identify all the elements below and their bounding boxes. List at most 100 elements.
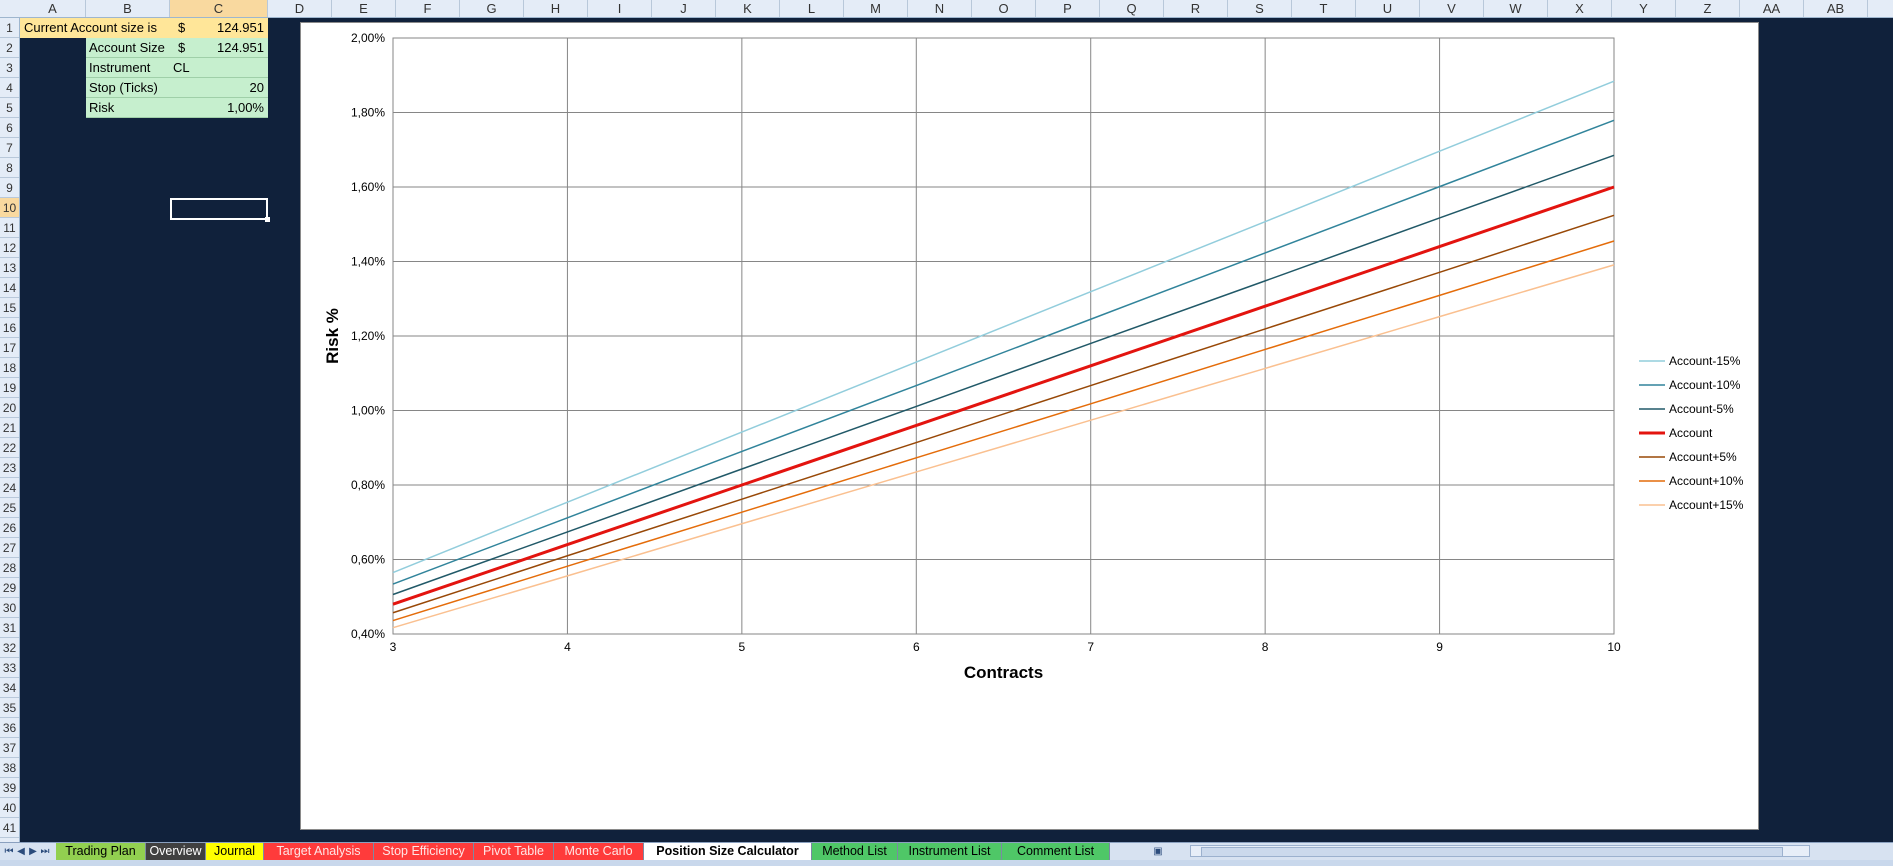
- last-sheet-icon[interactable]: ⏭: [40, 844, 50, 860]
- sheet-tab-overview[interactable]: Overview: [146, 843, 206, 860]
- row-header-39[interactable]: 39: [0, 778, 19, 798]
- row-header-33[interactable]: 33: [0, 658, 19, 678]
- sheet-tab-pivot-table[interactable]: Pivot Table: [474, 843, 554, 860]
- column-header-n[interactable]: N: [908, 0, 972, 17]
- sheet-tab-target-analysis[interactable]: Target Analysis: [264, 843, 374, 860]
- cell-b2-label[interactable]: Account Size: [86, 38, 170, 58]
- cell-c4-value[interactable]: 20: [170, 78, 268, 98]
- prev-sheet-icon[interactable]: ◀: [16, 844, 26, 860]
- row-header-41[interactable]: 41: [0, 818, 19, 838]
- row-header-5[interactable]: 5: [0, 98, 19, 118]
- row-header-30[interactable]: 30: [0, 598, 19, 618]
- row-header-40[interactable]: 40: [0, 798, 19, 818]
- column-header-m[interactable]: M: [844, 0, 908, 17]
- column-header-y[interactable]: Y: [1612, 0, 1676, 17]
- row-header-12[interactable]: 12: [0, 238, 19, 258]
- sheet-tab-position-size-calculator[interactable]: Position Size Calculator: [644, 843, 812, 861]
- cell-c5-value[interactable]: 1,00%: [170, 98, 268, 118]
- column-header-u[interactable]: U: [1356, 0, 1420, 17]
- row-header-27[interactable]: 27: [0, 538, 19, 558]
- cell-c1-currency[interactable]: $: [170, 18, 190, 38]
- column-header-b[interactable]: B: [86, 0, 170, 17]
- row-header-19[interactable]: 19: [0, 378, 19, 398]
- row-header-2[interactable]: 2: [0, 38, 19, 58]
- column-header-ab[interactable]: AB: [1804, 0, 1868, 17]
- row-header-14[interactable]: 14: [0, 278, 19, 298]
- row-header-1[interactable]: 1: [0, 18, 19, 38]
- cell-b4-label[interactable]: Stop (Ticks): [86, 78, 170, 98]
- row-header-31[interactable]: 31: [0, 618, 19, 638]
- row-header-23[interactable]: 23: [0, 458, 19, 478]
- row-header-24[interactable]: 24: [0, 478, 19, 498]
- sheet-tab-instrument-list[interactable]: Instrument List: [898, 843, 1002, 860]
- column-header-g[interactable]: G: [460, 0, 524, 17]
- horizontal-scrollbar[interactable]: [1190, 845, 1810, 857]
- row-header-6[interactable]: 6: [0, 118, 19, 138]
- column-header-h[interactable]: H: [524, 0, 588, 17]
- row-header-11[interactable]: 11: [0, 218, 19, 238]
- column-header-z[interactable]: Z: [1676, 0, 1740, 17]
- cell-c2-currency[interactable]: $: [170, 38, 190, 58]
- sheet-tab-monte-carlo[interactable]: Monte Carlo: [554, 843, 644, 860]
- row-header-35[interactable]: 35: [0, 698, 19, 718]
- row-header-38[interactable]: 38: [0, 758, 19, 778]
- row-header-15[interactable]: 15: [0, 298, 19, 318]
- row-header-26[interactable]: 26: [0, 518, 19, 538]
- column-header-x[interactable]: X: [1548, 0, 1612, 17]
- column-header-q[interactable]: Q: [1100, 0, 1164, 17]
- cell-c2-value[interactable]: 124.951: [190, 38, 268, 58]
- cell-b5-label[interactable]: Risk: [86, 98, 170, 118]
- column-header-e[interactable]: E: [332, 0, 396, 17]
- row-header-37[interactable]: 37: [0, 738, 19, 758]
- column-header-r[interactable]: R: [1164, 0, 1228, 17]
- column-header-i[interactable]: I: [588, 0, 652, 17]
- sheet-tab-trading-plan[interactable]: Trading Plan: [56, 843, 146, 860]
- first-sheet-icon[interactable]: ⏮: [4, 844, 14, 860]
- active-cell-c10[interactable]: [170, 198, 270, 222]
- row-header-7[interactable]: 7: [0, 138, 19, 158]
- column-header-j[interactable]: J: [652, 0, 716, 17]
- row-header-29[interactable]: 29: [0, 578, 19, 598]
- column-header-t[interactable]: T: [1292, 0, 1356, 17]
- column-header-d[interactable]: D: [268, 0, 332, 17]
- row-header-34[interactable]: 34: [0, 678, 19, 698]
- row-header-36[interactable]: 36: [0, 718, 19, 738]
- row-header-9[interactable]: 9: [0, 178, 19, 198]
- column-header-w[interactable]: W: [1484, 0, 1548, 17]
- row-header-10[interactable]: 10: [0, 198, 19, 218]
- row-header-21[interactable]: 21: [0, 418, 19, 438]
- column-header-aa[interactable]: AA: [1740, 0, 1804, 17]
- column-header-v[interactable]: V: [1420, 0, 1484, 17]
- row-header-3[interactable]: 3: [0, 58, 19, 78]
- column-header-p[interactable]: P: [1036, 0, 1100, 17]
- row-header-20[interactable]: 20: [0, 398, 19, 418]
- scroll-thumb[interactable]: [1201, 847, 1783, 857]
- sheet-tab-journal[interactable]: Journal: [206, 843, 264, 860]
- cell-b3-label[interactable]: Instrument: [86, 58, 170, 78]
- row-header-25[interactable]: 25: [0, 498, 19, 518]
- row-header-18[interactable]: 18: [0, 358, 19, 378]
- cell-c3-value[interactable]: CL: [170, 58, 268, 78]
- column-header-l[interactable]: L: [780, 0, 844, 17]
- sheet-tab-comment-list[interactable]: Comment List: [1002, 843, 1110, 860]
- row-header-28[interactable]: 28: [0, 558, 19, 578]
- row-header-17[interactable]: 17: [0, 338, 19, 358]
- insert-sheet-icon[interactable]: ▣: [1150, 844, 1166, 860]
- risk-chart[interactable]: 0,40% 0,60% 0,80% 1,00% 1,20% 1,40% 1,60% 1,80%…: [300, 22, 1759, 830]
- sheet-tab-method-list[interactable]: Method List: [812, 843, 898, 860]
- column-header-a[interactable]: A: [20, 0, 86, 17]
- row-header-8[interactable]: 8: [0, 158, 19, 178]
- row-header-13[interactable]: 13: [0, 258, 19, 278]
- cell-c1-value[interactable]: 124.951: [190, 18, 268, 38]
- row-header-22[interactable]: 22: [0, 438, 19, 458]
- next-sheet-icon[interactable]: ▶: [28, 844, 38, 860]
- sheet-tab-stop-efficiency[interactable]: Stop Efficiency: [374, 843, 474, 860]
- column-header-c[interactable]: C: [170, 0, 268, 17]
- row-header-4[interactable]: 4: [0, 78, 19, 98]
- cell-a1-label[interactable]: Current Account size is: [20, 18, 170, 38]
- column-header-f[interactable]: F: [396, 0, 460, 17]
- row-header-32[interactable]: 32: [0, 638, 19, 658]
- column-header-s[interactable]: S: [1228, 0, 1292, 17]
- column-header-k[interactable]: K: [716, 0, 780, 17]
- column-header-o[interactable]: O: [972, 0, 1036, 17]
